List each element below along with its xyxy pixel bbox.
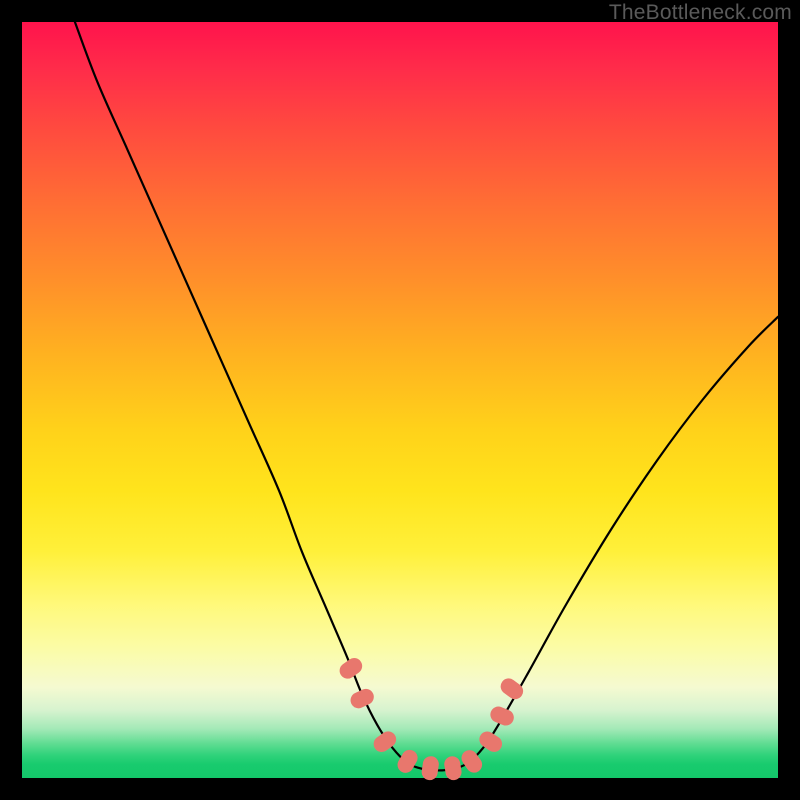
- bottleneck-curve: [75, 22, 778, 770]
- watermark-text: TheBottleneck.com: [609, 1, 792, 25]
- trough-marker: [488, 704, 516, 728]
- chart-frame: TheBottleneck.com: [0, 0, 800, 800]
- trough-marker: [395, 747, 421, 776]
- chart-svg: [22, 22, 778, 778]
- trough-marker: [497, 675, 526, 702]
- plot-area: [22, 22, 778, 778]
- trough-marker: [336, 655, 365, 682]
- marker-group: [336, 655, 526, 781]
- trough-marker: [421, 755, 440, 781]
- trough-marker: [443, 755, 463, 781]
- trough-marker: [348, 686, 377, 711]
